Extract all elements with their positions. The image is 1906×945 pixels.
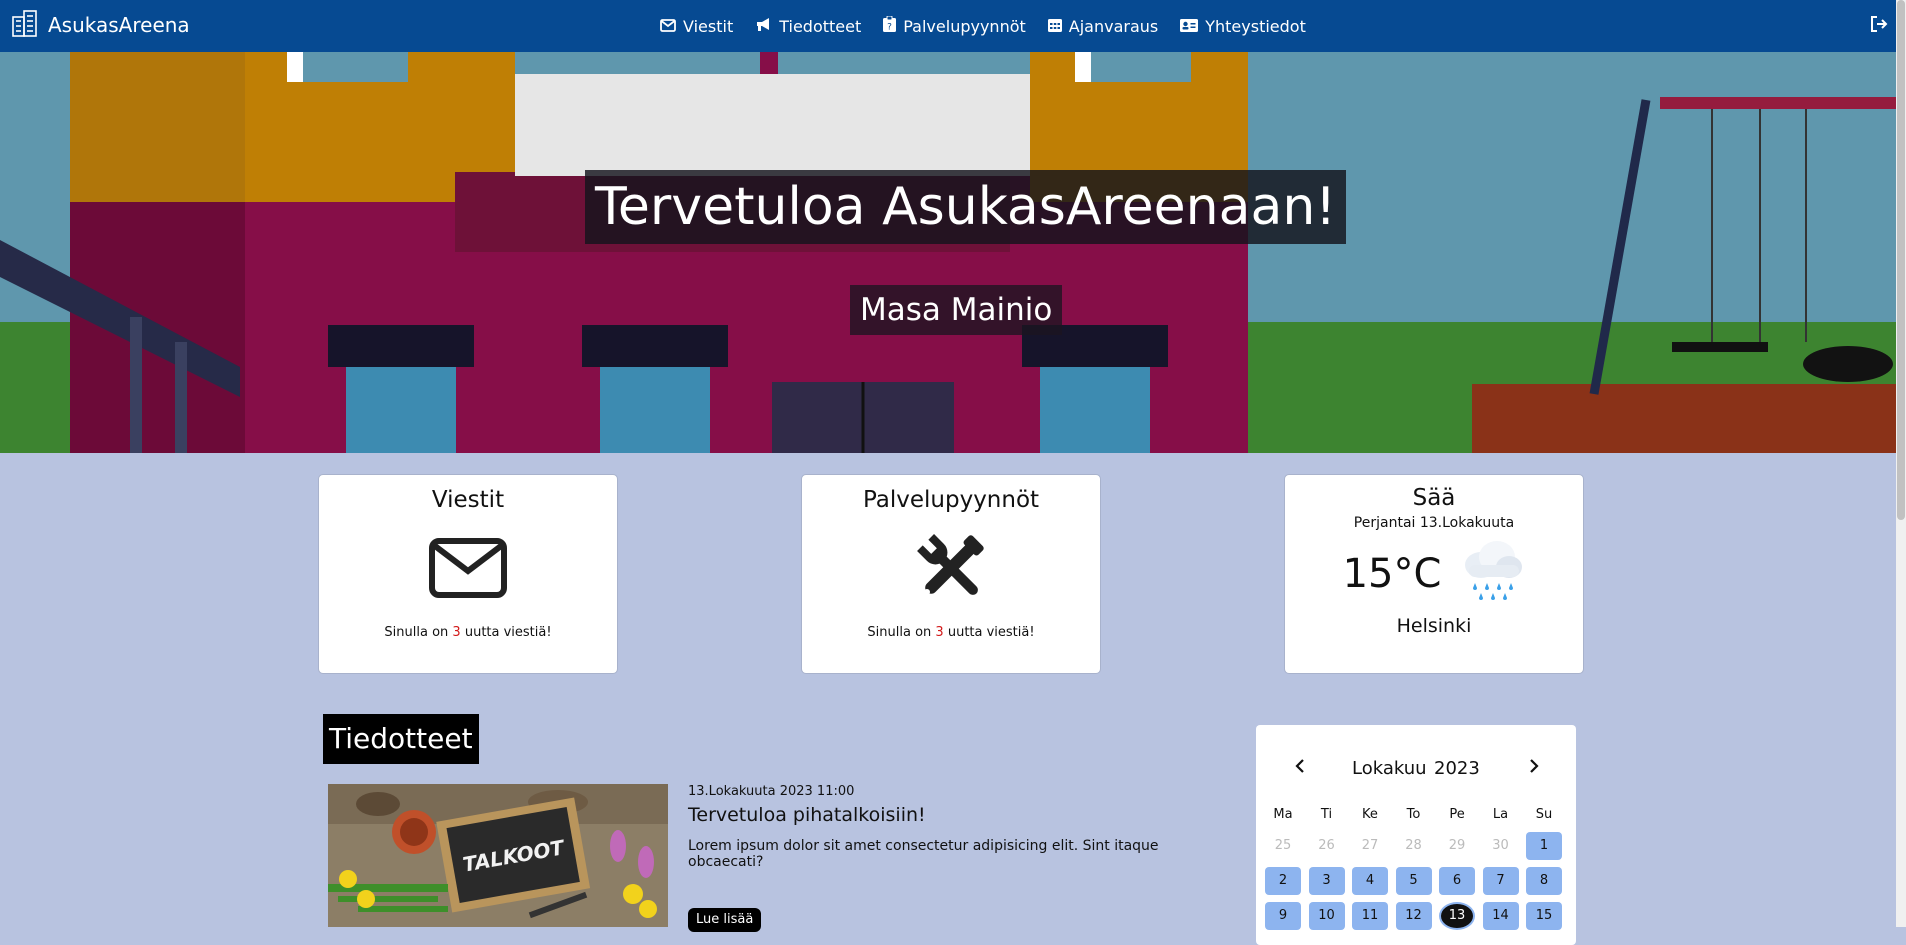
calendar-day: 26	[1318, 838, 1335, 853]
weather-card: Sää Perjantai 13.Lokakuuta 15°C Helsinki	[1284, 474, 1584, 674]
calendar-day: 25	[1274, 838, 1292, 853]
svg-text:?: ?	[887, 23, 892, 33]
read-more-button[interactable]: Lue lisää	[688, 908, 762, 932]
calendar-day[interactable]: 3	[1308, 867, 1345, 895]
new-count: 3	[452, 625, 461, 640]
calendar-day[interactable]: 10	[1308, 902, 1345, 930]
card-title: Sää	[1412, 485, 1456, 511]
weekday-label: La	[1492, 807, 1509, 822]
envelope-icon	[660, 17, 676, 36]
nav-label: Viestit	[683, 16, 734, 36]
scrollbar-thumb[interactable]	[1897, 0, 1905, 520]
logout-icon	[1870, 16, 1888, 37]
calendar-day: 30	[1492, 838, 1509, 853]
calendar-day: 28	[1405, 838, 1422, 853]
service-requests-card[interactable]: Palvelupyynnöt Sinulla on 3 uutta viesti…	[801, 474, 1101, 674]
announcement-image: TALKOOT	[328, 784, 668, 927]
calendar-day[interactable]: 2	[1265, 867, 1301, 895]
hero-illustration	[0, 52, 1896, 453]
rain-cloud-icon	[1459, 537, 1525, 611]
calendar-day[interactable]: 5	[1395, 867, 1432, 895]
calendar-day[interactable]: 15	[1526, 902, 1562, 930]
weekday-label: Ti	[1320, 807, 1333, 822]
calendar-day[interactable]: 9	[1265, 902, 1301, 930]
calendar-day[interactable]: 6	[1439, 867, 1475, 895]
megaphone-icon	[755, 17, 772, 36]
hero-banner: Tervetuloa AsukasAreenaan! Masa Mainio	[0, 52, 1896, 453]
calendar-day[interactable]: 4	[1352, 867, 1388, 895]
nav-label: Palvelupyynnöt	[903, 16, 1026, 36]
weather-city: Helsinki	[1396, 615, 1472, 637]
calendar-day[interactable]: 1	[1526, 832, 1562, 860]
nav-item-palvelupyynnot[interactable]: ? Palvelupyynnöt	[883, 15, 1026, 36]
weekday-label: Su	[1535, 807, 1553, 822]
contact-card-icon	[1180, 17, 1199, 36]
request-icon: ?	[883, 15, 897, 36]
calendar-month[interactable]: Lokakuu	[1352, 758, 1427, 779]
nav-label: Tiedotteet	[779, 16, 862, 36]
messages-card[interactable]: Viestit Sinulla on 3 uutta viestiä!	[318, 474, 618, 674]
calendar-day[interactable]: 8	[1526, 867, 1562, 895]
temperature: 15°C	[1342, 551, 1442, 597]
nav-label: Yhteystiedot	[1205, 16, 1306, 36]
calendar-day[interactable]: 11	[1352, 902, 1388, 930]
calendar-day-selected[interactable]: 13	[1439, 902, 1475, 930]
top-navbar: AsukasAreena Viestit Tiedotteet ? Palvel…	[0, 0, 1896, 52]
nav-item-viestit[interactable]: Viestit	[660, 17, 733, 36]
messages-summary: Sinulla on 3 uutta viestiä!	[384, 625, 552, 640]
brand[interactable]: AsukasAreena	[10, 8, 190, 42]
calendar-grid: Ma Ti Ke To Pe La Su 25 26 27 28 29 30 1 2 3 4 5 6 7 8 9 10 11 1…	[1265, 807, 1571, 930]
user-name: Masa Mainio	[850, 285, 1063, 335]
weekday-label: Ke	[1362, 807, 1378, 822]
nav-item-ajanvaraus[interactable]: Ajanvaraus	[1047, 16, 1159, 36]
calendar-day[interactable]: 14	[1482, 902, 1519, 930]
building-icon	[10, 8, 40, 42]
weekday-label: Ma	[1273, 807, 1293, 822]
calendar-day: 29	[1448, 838, 1466, 853]
nav-item-yhteystiedot[interactable]: Yhteystiedot	[1180, 17, 1306, 36]
page-scrollbar[interactable]	[1896, 0, 1906, 927]
announcements-heading: Tiedotteet	[323, 714, 479, 764]
announcement-date: 13.Lokakuuta 2023 11:00	[688, 784, 855, 799]
weather-date: Perjantai 13.Lokakuuta	[1353, 515, 1515, 531]
calendar-widget: Lokakuu 2023 Ma Ti Ke To Pe La Su 25 26 27 28 29 30 1…	[1256, 725, 1576, 945]
main-nav: Viestit Tiedotteet ? Palvelupyynnöt Ajan…	[660, 0, 1306, 52]
chevron-left-icon[interactable]	[1294, 758, 1306, 779]
hero-title: Tervetuloa AsukasAreenaan!	[585, 170, 1347, 244]
announcement-title[interactable]: Tervetuloa pihatalkoisiin!	[688, 804, 926, 826]
calendar-icon	[1047, 17, 1062, 36]
chevron-right-icon[interactable]	[1528, 758, 1540, 779]
requests-summary: Sinulla on 3 uutta viestiä!	[867, 625, 1035, 640]
weekday-label: Pe	[1449, 807, 1465, 822]
weekday-label: To	[1406, 807, 1421, 822]
calendar-year[interactable]: 2023	[1434, 758, 1480, 779]
calendar-header: Lokakuu 2023	[1256, 758, 1576, 780]
envelope-icon	[319, 523, 617, 613]
calendar-day[interactable]: 12	[1395, 902, 1432, 930]
calendar-day: 27	[1361, 838, 1379, 853]
calendar-day[interactable]: 7	[1482, 867, 1519, 895]
card-title: Viestit	[431, 487, 505, 513]
logout-button[interactable]	[1870, 15, 1888, 37]
announcement-body: Lorem ipsum dolor sit amet consectetur a…	[688, 838, 1159, 870]
nav-label: Ajanvaraus	[1068, 16, 1159, 36]
card-title: Palvelupyynnöt	[862, 487, 1040, 513]
weather-row: 15°C	[1285, 537, 1583, 611]
brand-name: AsukasAreena	[48, 13, 190, 37]
new-count: 3	[935, 625, 944, 640]
nav-item-tiedotteet[interactable]: Tiedotteet	[755, 17, 861, 36]
tools-icon	[802, 523, 1100, 613]
